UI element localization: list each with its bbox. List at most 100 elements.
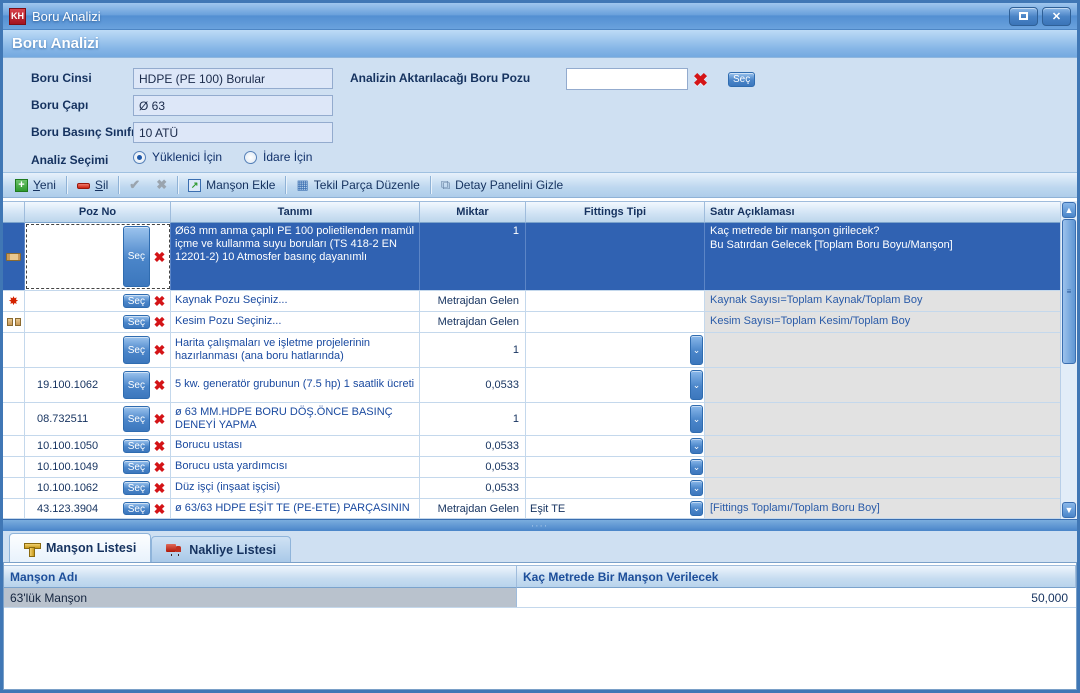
target-poz-sec-button[interactable]: Seç xyxy=(728,72,755,87)
poz-no-cell[interactable]: Seç✖ xyxy=(25,291,171,311)
poz-no-cell[interactable]: Seç✖ xyxy=(25,333,171,367)
chevron-down-icon[interactable]: ⌄ xyxy=(690,438,703,454)
miktar-cell[interactable]: 0,0533 xyxy=(420,436,526,456)
tanimi-cell[interactable]: Kaynak Pozu Seçiniz... xyxy=(171,291,420,311)
boru-basinc-field[interactable]: 10 ATÜ xyxy=(133,122,333,143)
sec-button[interactable]: Seç xyxy=(123,460,150,474)
horizontal-scrollbar[interactable]: ∙∙∙∙ xyxy=(3,519,1077,531)
scroll-up-icon[interactable]: ▲ xyxy=(1062,202,1076,218)
tekil-parca-button[interactable]: ▦ Tekil Parça Düzenle xyxy=(288,175,427,195)
miktar-cell[interactable]: Metrajdan Gelen xyxy=(420,291,526,311)
sec-button[interactable]: Seç xyxy=(123,371,150,399)
poz-no-cell[interactable]: Seç✖ xyxy=(25,312,171,332)
col-pozno-header[interactable]: Poz No xyxy=(25,201,171,223)
miktar-cell[interactable]: 1 xyxy=(420,403,526,435)
chevron-down-icon[interactable]: ⌄ xyxy=(690,405,703,433)
scroll-down-icon[interactable]: ▼ xyxy=(1062,502,1076,518)
col-miktar-header[interactable]: Miktar xyxy=(420,201,526,223)
radio-idare[interactable] xyxy=(244,151,257,164)
cancel-button[interactable]: ✖ xyxy=(148,175,175,195)
sec-button[interactable]: Seç xyxy=(123,439,150,453)
row-delete-icon[interactable]: ✖ xyxy=(151,250,168,264)
row-delete-icon[interactable]: ✖ xyxy=(151,439,168,453)
fittings-tipi-cell[interactable]: ⌄ xyxy=(526,403,705,435)
tab-manson-listesi[interactable]: Manşon Listesi xyxy=(9,533,151,562)
scrollbar-thumb[interactable]: ≡ xyxy=(1062,219,1076,364)
row-delete-icon[interactable]: ✖ xyxy=(151,460,168,474)
table-row[interactable]: Seç✖Kesim Pozu Seçiniz...Metrajdan Gelen… xyxy=(3,312,1066,333)
kac-metrede-cell[interactable]: 50,000 xyxy=(517,588,1076,607)
sec-button[interactable]: Seç xyxy=(123,294,150,308)
vertical-scrollbar[interactable]: ▲ ≡ ▼ xyxy=(1060,201,1077,519)
table-row[interactable]: 08.732511Seç✖ø 63 MM.HDPE BORU DÖŞ.ÖNCE … xyxy=(3,403,1066,436)
tab-nakliye-listesi[interactable]: Nakliye Listesi xyxy=(151,536,291,562)
table-row[interactable]: 19.100.1062Seç✖5 kw. generatör grubunun … xyxy=(3,368,1066,403)
sec-button[interactable]: Seç xyxy=(123,226,150,287)
fittings-tipi-cell[interactable]: ⌄ xyxy=(526,478,705,498)
manson-adi-header[interactable]: Manşon Adı xyxy=(4,565,517,588)
chevron-down-icon[interactable]: ⌄ xyxy=(690,480,703,496)
row-delete-icon[interactable]: ✖ xyxy=(151,294,168,308)
table-row[interactable]: 10.100.1050Seç✖Borucu ustası0,0533 ⌄ xyxy=(3,436,1066,457)
table-row[interactable]: 43.123.3904Seç✖ø 63/63 HDPE EŞİT TE (PE-… xyxy=(3,499,1066,519)
tanimi-cell[interactable]: Borucu usta yardımcısı xyxy=(171,457,420,477)
miktar-cell[interactable]: 1 xyxy=(420,223,526,290)
detay-paneli-button[interactable]: ⧉ Detay Panelini Gizle xyxy=(433,175,571,195)
sec-button[interactable]: Seç xyxy=(123,502,150,515)
table-row[interactable]: ✸Seç✖Kaynak Pozu Seçiniz...Metrajdan Gel… xyxy=(3,291,1066,312)
fittings-tipi-cell[interactable]: Eşit TE⌄ xyxy=(526,499,705,518)
manson-ekle-button[interactable]: ↗ Manşon Ekle xyxy=(180,176,283,194)
fittings-tipi-cell[interactable] xyxy=(526,291,705,311)
fittings-tipi-cell[interactable] xyxy=(526,312,705,332)
sec-button[interactable]: Seç xyxy=(123,336,150,364)
miktar-cell[interactable]: 0,0533 xyxy=(420,457,526,477)
miktar-cell[interactable]: 0,0533 xyxy=(420,368,526,402)
row-delete-icon[interactable]: ✖ xyxy=(151,481,168,495)
fittings-tipi-cell[interactable]: ⌄ xyxy=(526,457,705,477)
poz-no-cell[interactable]: 08.732511Seç✖ xyxy=(25,403,171,435)
fittings-tipi-cell[interactable]: ⌄ xyxy=(526,436,705,456)
col-fittings-header[interactable]: Fittings Tipi xyxy=(526,201,705,223)
chevron-down-icon[interactable]: ⌄ xyxy=(690,370,703,400)
table-row[interactable]: 10.100.1049Seç✖Borucu usta yardımcısı0,0… xyxy=(3,457,1066,478)
tanimi-cell[interactable]: Düz işçi (inşaat işçisi) xyxy=(171,478,420,498)
poz-no-cell[interactable]: Seç✖ xyxy=(25,223,171,290)
table-row[interactable]: 10.100.1062Seç✖Düz işçi (inşaat işçisi)0… xyxy=(3,478,1066,499)
fittings-tipi-cell[interactable]: ⌄ xyxy=(526,333,705,367)
poz-no-cell[interactable]: 10.100.1062Seç✖ xyxy=(25,478,171,498)
tanimi-cell[interactable]: Borucu ustası xyxy=(171,436,420,456)
restore-window-button[interactable] xyxy=(1009,7,1038,26)
sec-button[interactable]: Seç xyxy=(123,315,150,329)
tanimi-cell[interactable]: Kesim Pozu Seçiniz... xyxy=(171,312,420,332)
poz-no-cell[interactable]: 10.100.1049Seç✖ xyxy=(25,457,171,477)
miktar-cell[interactable]: Metrajdan Gelen xyxy=(420,499,526,518)
confirm-button[interactable]: ✔ xyxy=(121,175,148,195)
miktar-cell[interactable]: 1 xyxy=(420,333,526,367)
yeni-button[interactable]: + Yeni xyxy=(7,176,64,194)
tanimi-cell[interactable]: 5 kw. generatör grubunun (7.5 hp) 1 saat… xyxy=(171,368,420,402)
tanimi-cell[interactable]: Ø63 mm anma çaplı PE 100 polietilenden m… xyxy=(171,223,420,290)
fittings-tipi-cell[interactable] xyxy=(526,223,705,290)
radio-yuklenici[interactable] xyxy=(133,151,146,164)
sec-button[interactable]: Seç xyxy=(123,481,150,495)
chevron-down-icon[interactable]: ⌄ xyxy=(690,335,703,365)
close-window-button[interactable]: ✕ xyxy=(1042,7,1071,26)
tanimi-cell[interactable]: ø 63/63 HDPE EŞİT TE (PE-ETE) PARÇASININ xyxy=(171,499,420,518)
poz-no-cell[interactable]: 43.123.3904Seç✖ xyxy=(25,499,171,518)
tanimi-cell[interactable]: ø 63 MM.HDPE BORU DÖŞ.ÖNCE BASINÇ DENEYİ… xyxy=(171,403,420,435)
boru-cinsi-field[interactable]: HDPE (PE 100) Borular xyxy=(133,68,333,89)
row-delete-icon[interactable]: ✖ xyxy=(151,343,168,357)
boru-capi-field[interactable]: Ø 63 xyxy=(133,95,333,116)
sec-button[interactable]: Seç xyxy=(123,406,150,432)
tanimi-cell[interactable]: Harita çalışmaları ve işletme projelerin… xyxy=(171,333,420,367)
poz-no-cell[interactable]: 10.100.1050Seç✖ xyxy=(25,436,171,456)
target-poz-clear-icon[interactable]: ✖ xyxy=(693,71,708,89)
chevron-down-icon[interactable]: ⌄ xyxy=(690,459,703,475)
table-row[interactable]: Seç✖Harita çalışmaları ve işletme projel… xyxy=(3,333,1066,368)
table-row[interactable]: Seç✖Ø63 mm anma çaplı PE 100 polietilend… xyxy=(3,223,1066,291)
manson-adi-cell[interactable]: 63'lük Manşon xyxy=(4,588,517,607)
chevron-down-icon[interactable]: ⌄ xyxy=(690,501,703,516)
kac-metrede-header[interactable]: Kaç Metrede Bir Manşon Verilecek xyxy=(517,565,1076,588)
row-delete-icon[interactable]: ✖ xyxy=(151,315,168,329)
manson-list-row[interactable]: 63'lük Manşon 50,000 xyxy=(4,588,1076,608)
